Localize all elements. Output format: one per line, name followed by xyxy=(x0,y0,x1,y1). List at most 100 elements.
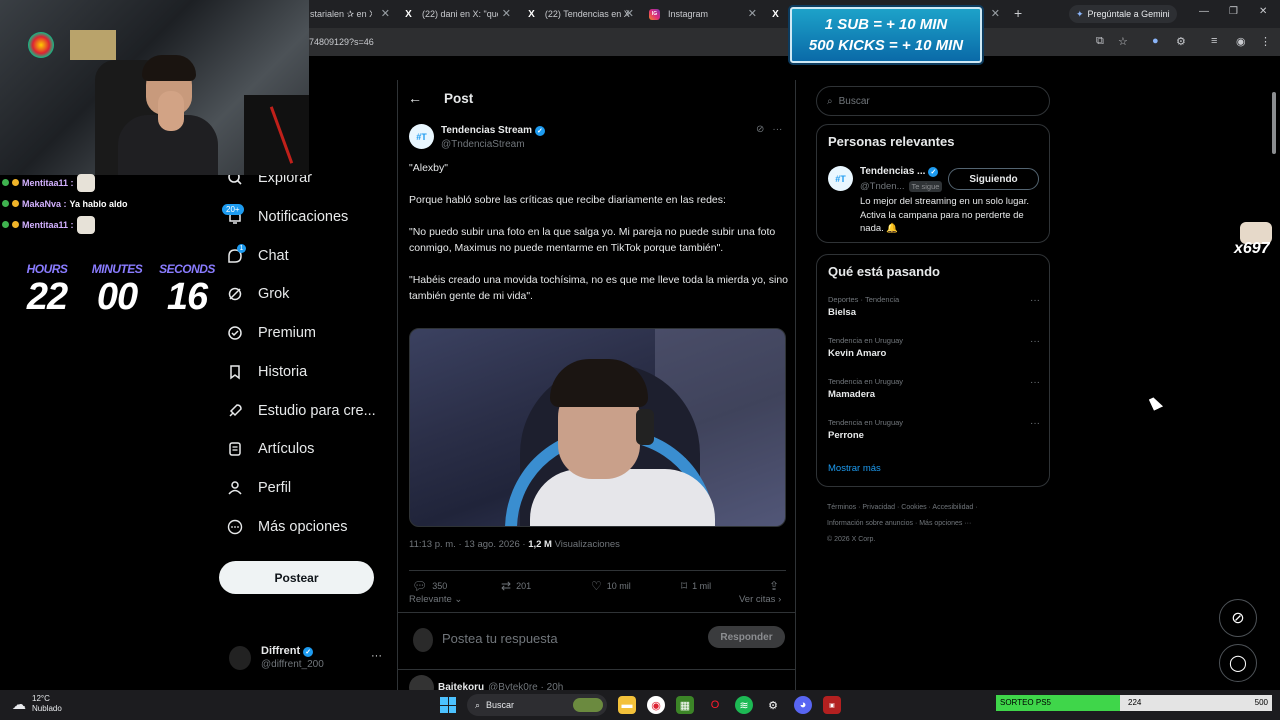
steam-icon[interactable]: ⚙ xyxy=(764,696,782,714)
chat-icon: ◯ xyxy=(1229,655,1247,672)
close-icon[interactable]: ✕ xyxy=(991,7,1000,20)
trend-item[interactable]: Tendencia en Uruguay Mamadera ··· xyxy=(828,377,1040,400)
start-button[interactable] xyxy=(440,697,456,713)
more-icon[interactable]: ··· xyxy=(371,650,382,662)
following-button[interactable]: Siguiendo xyxy=(948,168,1039,190)
minimize-icon[interactable]: — xyxy=(1199,6,1209,17)
relevant-name-row[interactable]: Tendencias ... ✓ xyxy=(860,166,939,177)
sidebar-item-chat[interactable]: Chat xyxy=(226,244,289,268)
trend-item[interactable]: Tendencia en Uruguay Perrone ··· xyxy=(828,418,1040,441)
close-icon[interactable]: ✕ xyxy=(748,7,757,20)
streamer xyxy=(118,55,218,175)
author-avatar[interactable]: #T xyxy=(409,124,434,149)
monitor xyxy=(244,95,309,175)
tab-3[interactable]: X (22) Tendencias en X ✕ xyxy=(526,4,634,24)
file-explorer-icon[interactable]: ▬ xyxy=(618,696,636,714)
trend-name: Perrone xyxy=(828,430,864,441)
menu-icon[interactable]: ⋮ xyxy=(1260,35,1271,48)
tab-2[interactable]: X (22) dani en X: "que l ✕ xyxy=(403,4,511,24)
more-icon[interactable]: ··· xyxy=(1030,295,1040,306)
app-icon[interactable]: ▣ xyxy=(823,696,841,714)
repost-action[interactable]: ⇄ 201 xyxy=(501,579,531,593)
new-tab-button[interactable]: + xyxy=(1014,5,1022,21)
opera-icon[interactable]: O xyxy=(706,696,724,714)
messages-fab-button[interactable]: ◯ xyxy=(1219,644,1257,682)
spotify-icon[interactable]: ≋ xyxy=(735,696,753,714)
grok-fab-button[interactable]: ⊘ xyxy=(1219,599,1257,637)
url-field[interactable]: 74809129?s=46 xyxy=(309,37,374,47)
taskbar-search-label: Buscar xyxy=(486,700,515,710)
footer-line[interactable]: Información sobre anuncios · Más opcione… xyxy=(827,516,1057,532)
tweet-time[interactable]: 11:13 p. m. · 13 ago. 2026 · xyxy=(409,539,528,550)
more-icon[interactable]: ··· xyxy=(1030,377,1040,388)
chat-message: MakaNva : Ya hablo aldo xyxy=(2,193,222,214)
tab-4[interactable]: IG Instagram ✕ xyxy=(649,4,757,24)
more-icon[interactable]: ··· xyxy=(772,124,782,135)
gemini-button[interactable]: ✦ Pregúntale a Gemini xyxy=(1069,5,1177,23)
bookmark-icon xyxy=(226,363,244,381)
sidebar-item-grok[interactable]: Grok xyxy=(226,282,289,306)
sub-goal-banner: 1 SUB = + 10 MIN 500 KICKS = + 10 MIN xyxy=(790,7,982,63)
close-window-icon[interactable]: ✕ xyxy=(1259,6,1267,17)
sidebar-item-perfil[interactable]: Perfil xyxy=(226,476,291,500)
sidebar-item-historia[interactable]: Historia xyxy=(226,360,307,384)
discord-icon[interactable]: ◕ xyxy=(794,696,812,714)
author-name-row[interactable]: Tendencias Stream ✓ xyxy=(441,125,545,136)
chrome-icon[interactable]: ◉ xyxy=(647,696,665,714)
author-handle[interactable]: @TndenciaStream xyxy=(441,139,525,150)
bookmark-action[interactable]: ⌑ 1 mil xyxy=(681,579,711,593)
weather-widget[interactable]: ☁ 12°C Nublado xyxy=(12,694,62,714)
profile-icon[interactable]: ◉ xyxy=(1236,35,1246,48)
more-icon[interactable]: ··· xyxy=(1030,336,1040,347)
quotes-link[interactable]: Ver citas › xyxy=(739,594,781,605)
sidebar-item-articulos[interactable]: Artículos xyxy=(226,437,314,461)
timer-seconds: 16 xyxy=(166,276,208,318)
avatar[interactable]: #T xyxy=(828,166,853,191)
footer-line[interactable]: Términos · Privacidad · Cookies · Accesi… xyxy=(827,500,1057,516)
like-action[interactable]: ♡ 10 mil xyxy=(591,579,631,593)
more-icon[interactable]: ··· xyxy=(1030,418,1040,429)
tab-1[interactable]: starialen ✰ en X ✕ xyxy=(310,4,390,24)
tweet-image[interactable] xyxy=(409,328,786,527)
restore-icon[interactable]: ❐ xyxy=(1229,6,1238,17)
repost-count: 201 xyxy=(516,581,532,591)
media-icon[interactable]: ≡ xyxy=(1211,35,1217,47)
scroll-thumb[interactable] xyxy=(1272,92,1276,154)
reply-input[interactable]: Postea tu respuesta xyxy=(442,631,558,646)
sort-dropdown[interactable]: Relevante ⌄ xyxy=(409,594,462,605)
notification-count-badge: 20+ xyxy=(222,204,244,215)
view-count: 1,2 M xyxy=(528,539,552,550)
close-icon[interactable]: ✕ xyxy=(625,7,634,20)
grok-icon[interactable]: ⊘ xyxy=(756,124,764,135)
search-input[interactable]: ⌕ Buscar xyxy=(816,86,1050,116)
trend-item[interactable]: Tendencia en Uruguay Kevin Amaro ··· xyxy=(828,336,1040,359)
install-icon[interactable]: ⧉ xyxy=(1096,35,1104,48)
tweet-paragraph: "Habéis creado una movida tochísima, no … xyxy=(409,274,789,302)
close-icon[interactable]: ✕ xyxy=(502,7,511,20)
timer-hours: 22 xyxy=(26,276,68,318)
close-icon[interactable]: ✕ xyxy=(381,7,390,20)
trend-item[interactable]: Deportes · Tendencia Bielsa ··· xyxy=(828,295,1040,318)
divider xyxy=(398,669,795,670)
minecraft-icon[interactable]: ▦ xyxy=(676,696,694,714)
extension-icon[interactable]: ● xyxy=(1152,35,1159,47)
gemini-icon: ✦ xyxy=(1076,8,1084,19)
tweet-paragraph: "Alexby" xyxy=(409,162,448,174)
scrollbar[interactable] xyxy=(1270,80,1278,690)
post-button[interactable]: Postear xyxy=(219,561,374,594)
sidebar-item-mas-opciones[interactable]: Más opciones xyxy=(226,515,347,539)
share-action[interactable]: ⇪ xyxy=(769,579,779,593)
account-switcher[interactable]: Diffrent ✓ @diffrent_200 ··· xyxy=(229,644,389,674)
back-arrow-icon[interactable]: ← xyxy=(408,90,422,106)
sidebar-item-premium[interactable]: Premium xyxy=(226,321,316,345)
reply-button[interactable]: Responder xyxy=(708,626,785,648)
reply-action[interactable]: 💬︎ 350 xyxy=(412,579,447,593)
show-more-link[interactable]: Mostrar más xyxy=(828,463,881,474)
sidebar-item-notificaciones[interactable]: Notificaciones xyxy=(226,205,348,229)
puzzle-icon[interactable]: ⚙ xyxy=(1176,35,1186,48)
taskbar-search[interactable]: ⌕ Buscar xyxy=(467,694,607,716)
star-icon[interactable]: ☆ xyxy=(1118,35,1128,48)
more-icon xyxy=(226,518,244,536)
chat-badge-icon xyxy=(12,200,19,207)
sidebar-item-estudio[interactable]: Estudio para cre... xyxy=(226,399,376,423)
